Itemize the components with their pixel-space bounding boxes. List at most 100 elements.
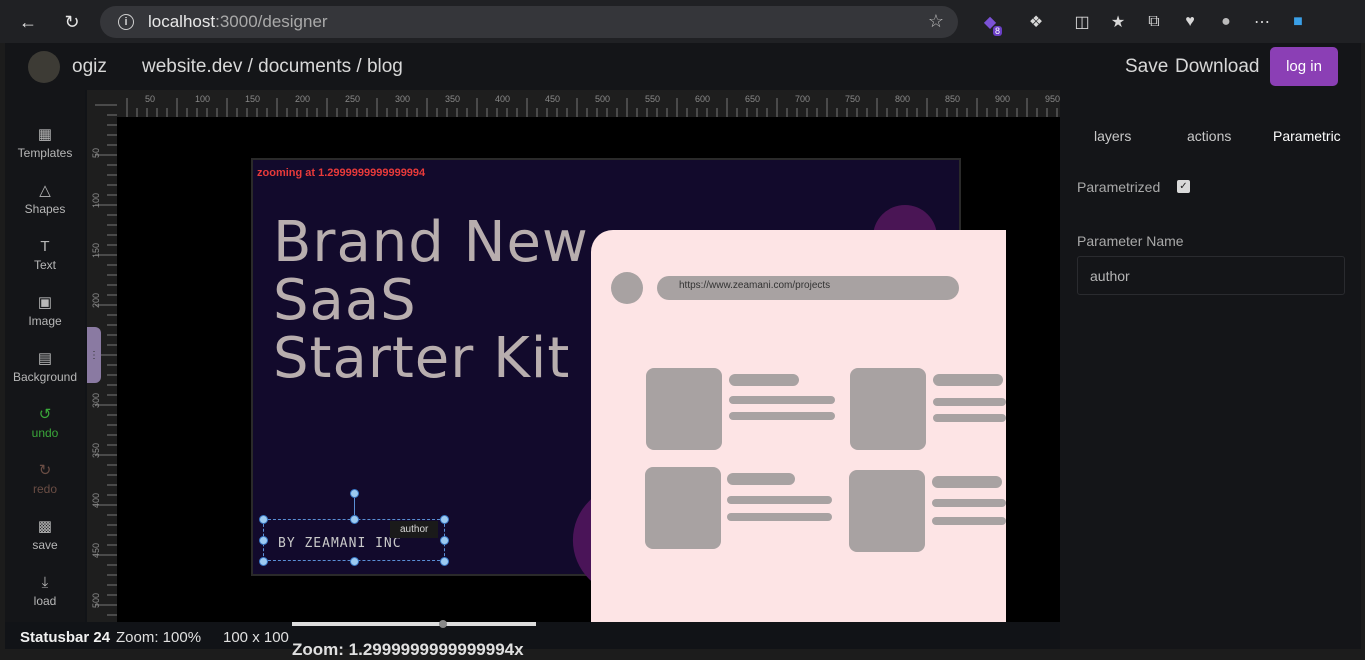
sidebar-item-image[interactable]: ▣ Image bbox=[5, 293, 85, 343]
image-icon: ▣ bbox=[37, 294, 53, 311]
url-path: :3000/designer bbox=[215, 12, 328, 31]
ruler-label: 50 bbox=[145, 94, 155, 104]
mockup-line bbox=[932, 499, 1006, 507]
resize-handle[interactable] bbox=[440, 536, 449, 545]
save-button[interactable]: Save bbox=[1125, 56, 1168, 78]
mockup-line bbox=[933, 414, 1006, 422]
rotate-handle[interactable] bbox=[350, 489, 359, 498]
sidebar-item-templates[interactable]: ▦ Templates bbox=[5, 125, 85, 175]
download-button[interactable]: Download bbox=[1175, 56, 1260, 78]
ruler-top-ticks: 50 100 150 200 250 300 350 400 450 500 550 600 650 70… bbox=[126, 94, 1060, 117]
text-icon: T bbox=[40, 238, 50, 255]
breadcrumb[interactable]: website.dev / documents / blog bbox=[142, 56, 403, 78]
extension-badge-icon[interactable]: ◆ 8 bbox=[972, 6, 1008, 38]
mockup-url: https://www.zeamani.com/projects bbox=[657, 276, 959, 300]
login-button[interactable]: log in bbox=[1270, 47, 1338, 86]
resize-handle[interactable] bbox=[259, 557, 268, 566]
username: ogiz bbox=[72, 56, 107, 77]
browser-mockup-image[interactable]: https://www.zeamani.com/projects bbox=[591, 230, 1006, 622]
collections-icon[interactable]: ⧉ bbox=[1136, 6, 1172, 38]
ruler-label: 950 bbox=[1045, 94, 1060, 104]
parametrized-checkbox[interactable]: ✓ bbox=[1177, 180, 1190, 193]
ruler-label: 300 bbox=[395, 94, 410, 104]
parameter-name-label: Parameter Name bbox=[1077, 233, 1184, 249]
more-menu-icon[interactable]: ⋯ bbox=[1244, 6, 1280, 38]
sidebar-item-label: load bbox=[33, 594, 57, 608]
mockup-line bbox=[729, 412, 835, 420]
favorites-icon[interactable]: ★ bbox=[1100, 6, 1136, 38]
sidebar-drag-handle[interactable]: ⋮ bbox=[87, 327, 101, 383]
ruler-top: 50 100 150 200 250 300 350 400 450 500 550 600 650 70… bbox=[117, 90, 1060, 117]
selected-author-element[interactable]: BY ZEAMANI INC author bbox=[259, 489, 449, 566]
zoom-slider-thumb[interactable] bbox=[439, 620, 447, 628]
grid-icon: ▦ bbox=[37, 126, 53, 143]
sidebar-item-background[interactable]: ▤ Background bbox=[5, 349, 85, 399]
ruler-label: 450 bbox=[91, 543, 101, 558]
resize-handle[interactable] bbox=[440, 557, 449, 566]
ruler-label: 100 bbox=[195, 94, 210, 104]
mockup-line bbox=[727, 513, 832, 521]
profile-icon[interactable]: ● bbox=[1208, 6, 1244, 38]
mockup-card bbox=[849, 470, 925, 552]
ruler-label: 600 bbox=[695, 94, 710, 104]
back-icon[interactable]: ← bbox=[10, 4, 46, 40]
resize-handle[interactable] bbox=[259, 515, 268, 524]
resize-handle[interactable] bbox=[350, 515, 359, 524]
avatar[interactable] bbox=[28, 51, 60, 83]
sidebar-item-save[interactable]: ▩ save bbox=[5, 517, 85, 567]
info-icon[interactable]: i bbox=[118, 14, 134, 30]
mockup-avatar bbox=[611, 272, 643, 304]
statusbar: Statusbar 24 Zoom: 100% 100 x 100 Zoom: … bbox=[5, 620, 1060, 659]
sidebar-item-label: Text bbox=[33, 258, 56, 272]
bookmark-star-icon[interactable]: ☆ bbox=[928, 11, 944, 32]
statusbar-label: Statusbar 24 bbox=[20, 629, 111, 646]
sidebar-item-text[interactable]: T Text bbox=[5, 237, 85, 287]
extensions-puzzle-icon[interactable]: ❖ bbox=[1018, 6, 1054, 38]
split-screen-icon[interactable]: ◫ bbox=[1064, 6, 1100, 38]
ruler-label: 300 bbox=[91, 393, 101, 408]
mockup-card bbox=[850, 368, 926, 450]
parameter-name-input[interactable] bbox=[1077, 256, 1345, 295]
ruler-label: 50 bbox=[91, 148, 101, 158]
mockup-card bbox=[646, 368, 722, 450]
tab-layers[interactable]: layers bbox=[1094, 128, 1131, 144]
rotate-handle-stem bbox=[354, 498, 355, 515]
browser-toolbar: ← ↻ i localhost:3000/designer ☆ ◆ 8 ❖ ◫ ★… bbox=[0, 0, 1365, 43]
designer-app: ogiz website.dev / documents / blog Save… bbox=[5, 43, 1361, 659]
author-text[interactable]: BY ZEAMANI INC bbox=[278, 536, 402, 551]
tab-parametric[interactable]: Parametric bbox=[1273, 128, 1341, 144]
parameter-badge: author bbox=[390, 521, 439, 538]
sidebar-item-shapes[interactable]: △ Shapes bbox=[5, 181, 85, 231]
resize-handle[interactable] bbox=[350, 557, 359, 566]
reload-icon[interactable]: ↻ bbox=[54, 4, 90, 40]
ruler-label: 500 bbox=[91, 593, 101, 608]
headline-text[interactable]: Brand New SaaS Starter Kit bbox=[273, 214, 589, 388]
download-icon: ⤓ bbox=[41, 574, 49, 591]
ruler-label: 700 bbox=[795, 94, 810, 104]
headline-line: SaaS bbox=[273, 268, 417, 333]
design-canvas[interactable]: zooming at 1.2999999999999994 Brand New … bbox=[117, 117, 1060, 622]
copilot-icon[interactable]: ■ bbox=[1280, 6, 1316, 38]
sidebar-item-load[interactable]: ⤓ load bbox=[5, 573, 85, 623]
zoom-debug-text: zooming at 1.2999999999999994 bbox=[257, 167, 426, 179]
address-bar[interactable]: i localhost:3000/designer ☆ bbox=[100, 6, 958, 38]
sidebar-item-label: Shapes bbox=[24, 202, 66, 216]
ruler-label: 200 bbox=[91, 293, 101, 308]
sidebar-item-undo[interactable]: ↺ undo bbox=[5, 405, 85, 455]
ruler-label: 450 bbox=[545, 94, 560, 104]
health-icon[interactable]: ♥ bbox=[1172, 6, 1208, 38]
statusbar-zoom: Zoom: 100% bbox=[116, 629, 202, 646]
sidebar-item-label: undo bbox=[31, 426, 59, 440]
ruler-label: 850 bbox=[945, 94, 960, 104]
zoom-slider[interactable] bbox=[292, 620, 536, 628]
tab-actions[interactable]: actions bbox=[1187, 128, 1231, 144]
resize-handle[interactable] bbox=[440, 515, 449, 524]
sidebar-item-redo[interactable]: ↻ redo bbox=[5, 461, 85, 511]
headline-line: Brand New bbox=[273, 210, 589, 275]
mockup-line bbox=[729, 396, 835, 404]
ruler-label: 900 bbox=[995, 94, 1010, 104]
ruler-label: 800 bbox=[895, 94, 910, 104]
resize-handle[interactable] bbox=[259, 536, 268, 545]
mockup-line bbox=[933, 398, 1006, 406]
sidebar-item-label: Background bbox=[12, 370, 78, 384]
